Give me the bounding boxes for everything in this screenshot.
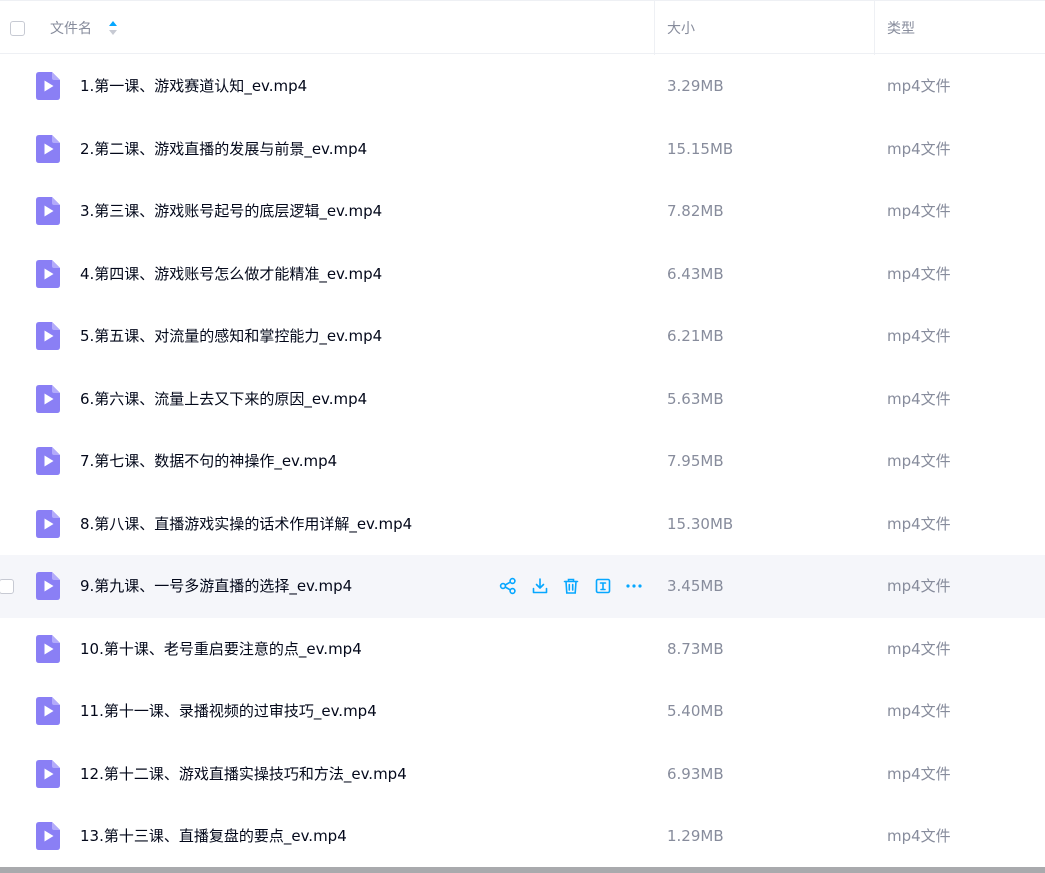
table-row[interactable]: 10.第十课、老号重启要注意的点_ev.mp4 8.73MB mp4文件: [0, 618, 1045, 681]
table-row[interactable]: 3.第三课、游戏账号起号的底层逻辑_ev.mp4 7.82MB mp4文件: [0, 180, 1045, 243]
file-type: mp4文件: [887, 452, 951, 470]
video-file-icon: [36, 509, 60, 538]
file-name[interactable]: 2.第二课、游戏直播的发展与前景_ev.mp4: [80, 118, 367, 180]
file-size: 7.95MB: [667, 452, 724, 470]
rename-icon[interactable]: [592, 575, 614, 597]
sort-ascending-icon[interactable]: [108, 20, 118, 36]
video-file-icon: [36, 384, 60, 413]
file-name[interactable]: 5.第五课、对流量的感知和掌控能力_ev.mp4: [80, 305, 382, 367]
file-type: mp4文件: [887, 77, 951, 95]
table-header: 文件名 大小 类型: [0, 0, 1045, 55]
file-list-table: 文件名 大小 类型 1.第一课、游戏赛道认知_ev.mp4 3.29MB mp4…: [0, 0, 1045, 873]
video-file-icon: [36, 822, 60, 850]
file-name[interactable]: 6.第六课、流量上去又下来的原因_ev.mp4: [80, 368, 367, 430]
column-header-type[interactable]: 类型: [887, 1, 915, 55]
column-divider[interactable]: [874, 1, 875, 55]
file-name[interactable]: 11.第十一课、录播视频的过审技巧_ev.mp4: [80, 680, 377, 742]
share-icon[interactable]: [497, 575, 519, 597]
file-name[interactable]: 8.第八课、直播游戏实操的话术作用详解_ev.mp4: [80, 493, 412, 555]
file-type: mp4文件: [887, 827, 951, 845]
video-file-icon: [36, 322, 60, 350]
video-file-icon: [36, 134, 60, 163]
file-type: mp4文件: [887, 514, 951, 533]
more-icon[interactable]: [623, 575, 645, 597]
select-all-checkbox[interactable]: [10, 21, 25, 36]
file-size: 8.73MB: [667, 639, 724, 658]
file-type: mp4文件: [887, 327, 951, 345]
file-size: 7.82MB: [667, 202, 724, 220]
video-file-icon: [36, 197, 60, 225]
file-type: mp4文件: [887, 702, 951, 720]
file-size: 6.43MB: [667, 264, 724, 283]
file-size: 5.63MB: [667, 389, 724, 408]
table-row[interactable]: 9.第九课、一号多游直播的选择_ev.mp4 3.45MB mp4文件: [0, 555, 1045, 618]
table-row[interactable]: 1.第一课、游戏赛道认知_ev.mp4 3.29MB mp4文件: [0, 55, 1045, 118]
file-type: mp4文件: [887, 577, 951, 595]
file-name[interactable]: 9.第九课、一号多游直播的选择_ev.mp4: [80, 555, 352, 617]
file-size: 3.29MB: [667, 77, 724, 95]
file-size: 3.45MB: [667, 577, 724, 595]
file-type: mp4文件: [887, 202, 951, 220]
row-checkbox[interactable]: [0, 579, 14, 594]
file-type: mp4文件: [887, 389, 951, 408]
file-name[interactable]: 7.第七课、数据不句的神操作_ev.mp4: [80, 430, 337, 492]
file-type: mp4文件: [887, 139, 951, 158]
file-type: mp4文件: [887, 764, 951, 783]
file-name[interactable]: 10.第十课、老号重启要注意的点_ev.mp4: [80, 618, 362, 680]
download-icon[interactable]: [529, 575, 551, 597]
horizontal-scrollbar[interactable]: [0, 867, 1045, 873]
table-row[interactable]: 8.第八课、直播游戏实操的话术作用详解_ev.mp4 15.30MB mp4文件: [0, 493, 1045, 556]
video-file-icon: [36, 759, 60, 788]
column-header-name-label: 文件名: [50, 21, 92, 37]
file-size: 5.40MB: [667, 702, 724, 720]
column-header-name[interactable]: 文件名: [50, 1, 92, 55]
file-size: 15.15MB: [667, 139, 734, 158]
video-file-icon: [36, 72, 60, 100]
file-name[interactable]: 3.第三课、游戏账号起号的底层逻辑_ev.mp4: [80, 180, 382, 242]
table-row[interactable]: 5.第五课、对流量的感知和掌控能力_ev.mp4 6.21MB mp4文件: [0, 305, 1045, 368]
file-name[interactable]: 4.第四课、游戏账号怎么做才能精准_ev.mp4: [80, 243, 382, 305]
file-size: 1.29MB: [667, 827, 724, 845]
video-file-icon: [36, 634, 60, 663]
file-size: 6.93MB: [667, 764, 724, 783]
video-file-icon: [36, 259, 60, 288]
row-actions: [497, 575, 655, 597]
file-size: 15.30MB: [667, 514, 734, 533]
delete-icon[interactable]: [560, 575, 582, 597]
video-file-icon: [36, 447, 60, 475]
file-type: mp4文件: [887, 264, 951, 283]
column-divider[interactable]: [654, 1, 655, 55]
video-file-icon: [36, 572, 60, 600]
file-type: mp4文件: [887, 639, 951, 658]
table-row[interactable]: 4.第四课、游戏账号怎么做才能精准_ev.mp4 6.43MB mp4文件: [0, 243, 1045, 306]
table-row[interactable]: 6.第六课、流量上去又下来的原因_ev.mp4 5.63MB mp4文件: [0, 368, 1045, 431]
file-name[interactable]: 13.第十三课、直播复盘的要点_ev.mp4: [80, 805, 347, 867]
column-header-type-label: 类型: [887, 21, 915, 37]
column-header-size[interactable]: 大小: [667, 1, 695, 55]
table-row[interactable]: 11.第十一课、录播视频的过审技巧_ev.mp4 5.40MB mp4文件: [0, 680, 1045, 743]
table-row[interactable]: 2.第二课、游戏直播的发展与前景_ev.mp4 15.15MB mp4文件: [0, 118, 1045, 181]
file-rows: 1.第一课、游戏赛道认知_ev.mp4 3.29MB mp4文件 2.第二课、游…: [0, 55, 1045, 868]
table-row[interactable]: 7.第七课、数据不句的神操作_ev.mp4 7.95MB mp4文件: [0, 430, 1045, 493]
table-row[interactable]: 13.第十三课、直播复盘的要点_ev.mp4 1.29MB mp4文件: [0, 805, 1045, 868]
file-name[interactable]: 1.第一课、游戏赛道认知_ev.mp4: [80, 55, 307, 117]
video-file-icon: [36, 697, 60, 725]
file-name[interactable]: 12.第十二课、游戏直播实操技巧和方法_ev.mp4: [80, 743, 407, 805]
column-header-size-label: 大小: [667, 21, 695, 37]
table-row[interactable]: 12.第十二课、游戏直播实操技巧和方法_ev.mp4 6.93MB mp4文件: [0, 743, 1045, 806]
file-size: 6.21MB: [667, 327, 724, 345]
